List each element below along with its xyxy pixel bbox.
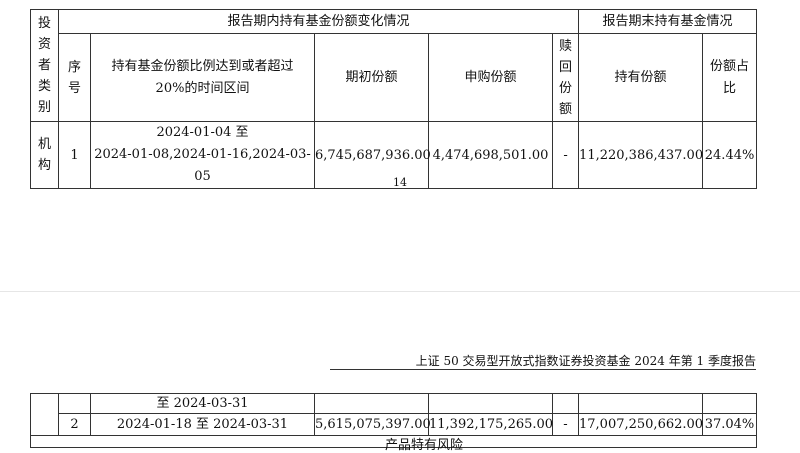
header-investor-type: 投资者类别 <box>30 9 59 122</box>
header-holding-shares: 持有份额 <box>578 33 704 122</box>
header-begin-shares: 期初份额 <box>314 33 429 122</box>
document-page: 投资者类别 报告期内持有基金份额变化情况 报告期末持有基金情况 序号 持有基金份… <box>0 0 800 453</box>
header-seq: 序号 <box>58 33 91 122</box>
cell-period: 2024-01-18 至 2024-03-31 <box>90 413 315 436</box>
cell-seq <box>58 393 91 414</box>
table-row: 2 2024-01-18 至 2024-03-31 5,615,075,397.… <box>31 413 757 436</box>
running-header: 上证 50 交易型开放式指数证券投资基金 2024 年第 1 季度报告 <box>415 354 756 368</box>
cell-share-ratio <box>702 393 757 414</box>
header-underline <box>330 369 756 370</box>
cell-investor-type <box>30 393 59 436</box>
header-redeem-shares: 赎回份额 <box>551 33 580 122</box>
cell-share-ratio: 37.04% <box>702 413 757 436</box>
cell-holding-shares <box>578 393 703 414</box>
holder-change-table: 投资者类别 报告期内持有基金份额变化情况 报告期末持有基金情况 序号 持有基金份… <box>30 9 758 189</box>
cell-begin-shares <box>314 393 429 414</box>
cell-holding-shares: 17,007,250,662.00 <box>578 413 703 436</box>
cell-period-continued: 至 2024-03-31 <box>90 393 315 414</box>
header-period: 持有基金份额比例达到或者超过 20%的时间区间 <box>90 33 315 122</box>
table-row: 至 2024-03-31 <box>30 393 757 436</box>
page-divider <box>0 291 800 292</box>
page-number: 14 <box>393 176 407 189</box>
header-share-ratio: 份额占比 <box>702 33 758 122</box>
cell-redeem-shares: - <box>552 413 579 436</box>
cell-begin-shares: 5,615,075,397.00 <box>314 413 431 436</box>
cell-redeem-shares <box>552 393 579 414</box>
header-change-group: 报告期内持有基金份额变化情况 <box>57 9 580 34</box>
cell-subscribe-shares <box>428 393 553 414</box>
cell-subscribe-shares: 11,392,175,265.00 <box>428 413 553 436</box>
header-end-group: 报告期末持有基金情况 <box>578 9 758 34</box>
cell-seq: 2 <box>58 413 91 436</box>
header-subscribe-shares: 申购份额 <box>428 33 553 122</box>
